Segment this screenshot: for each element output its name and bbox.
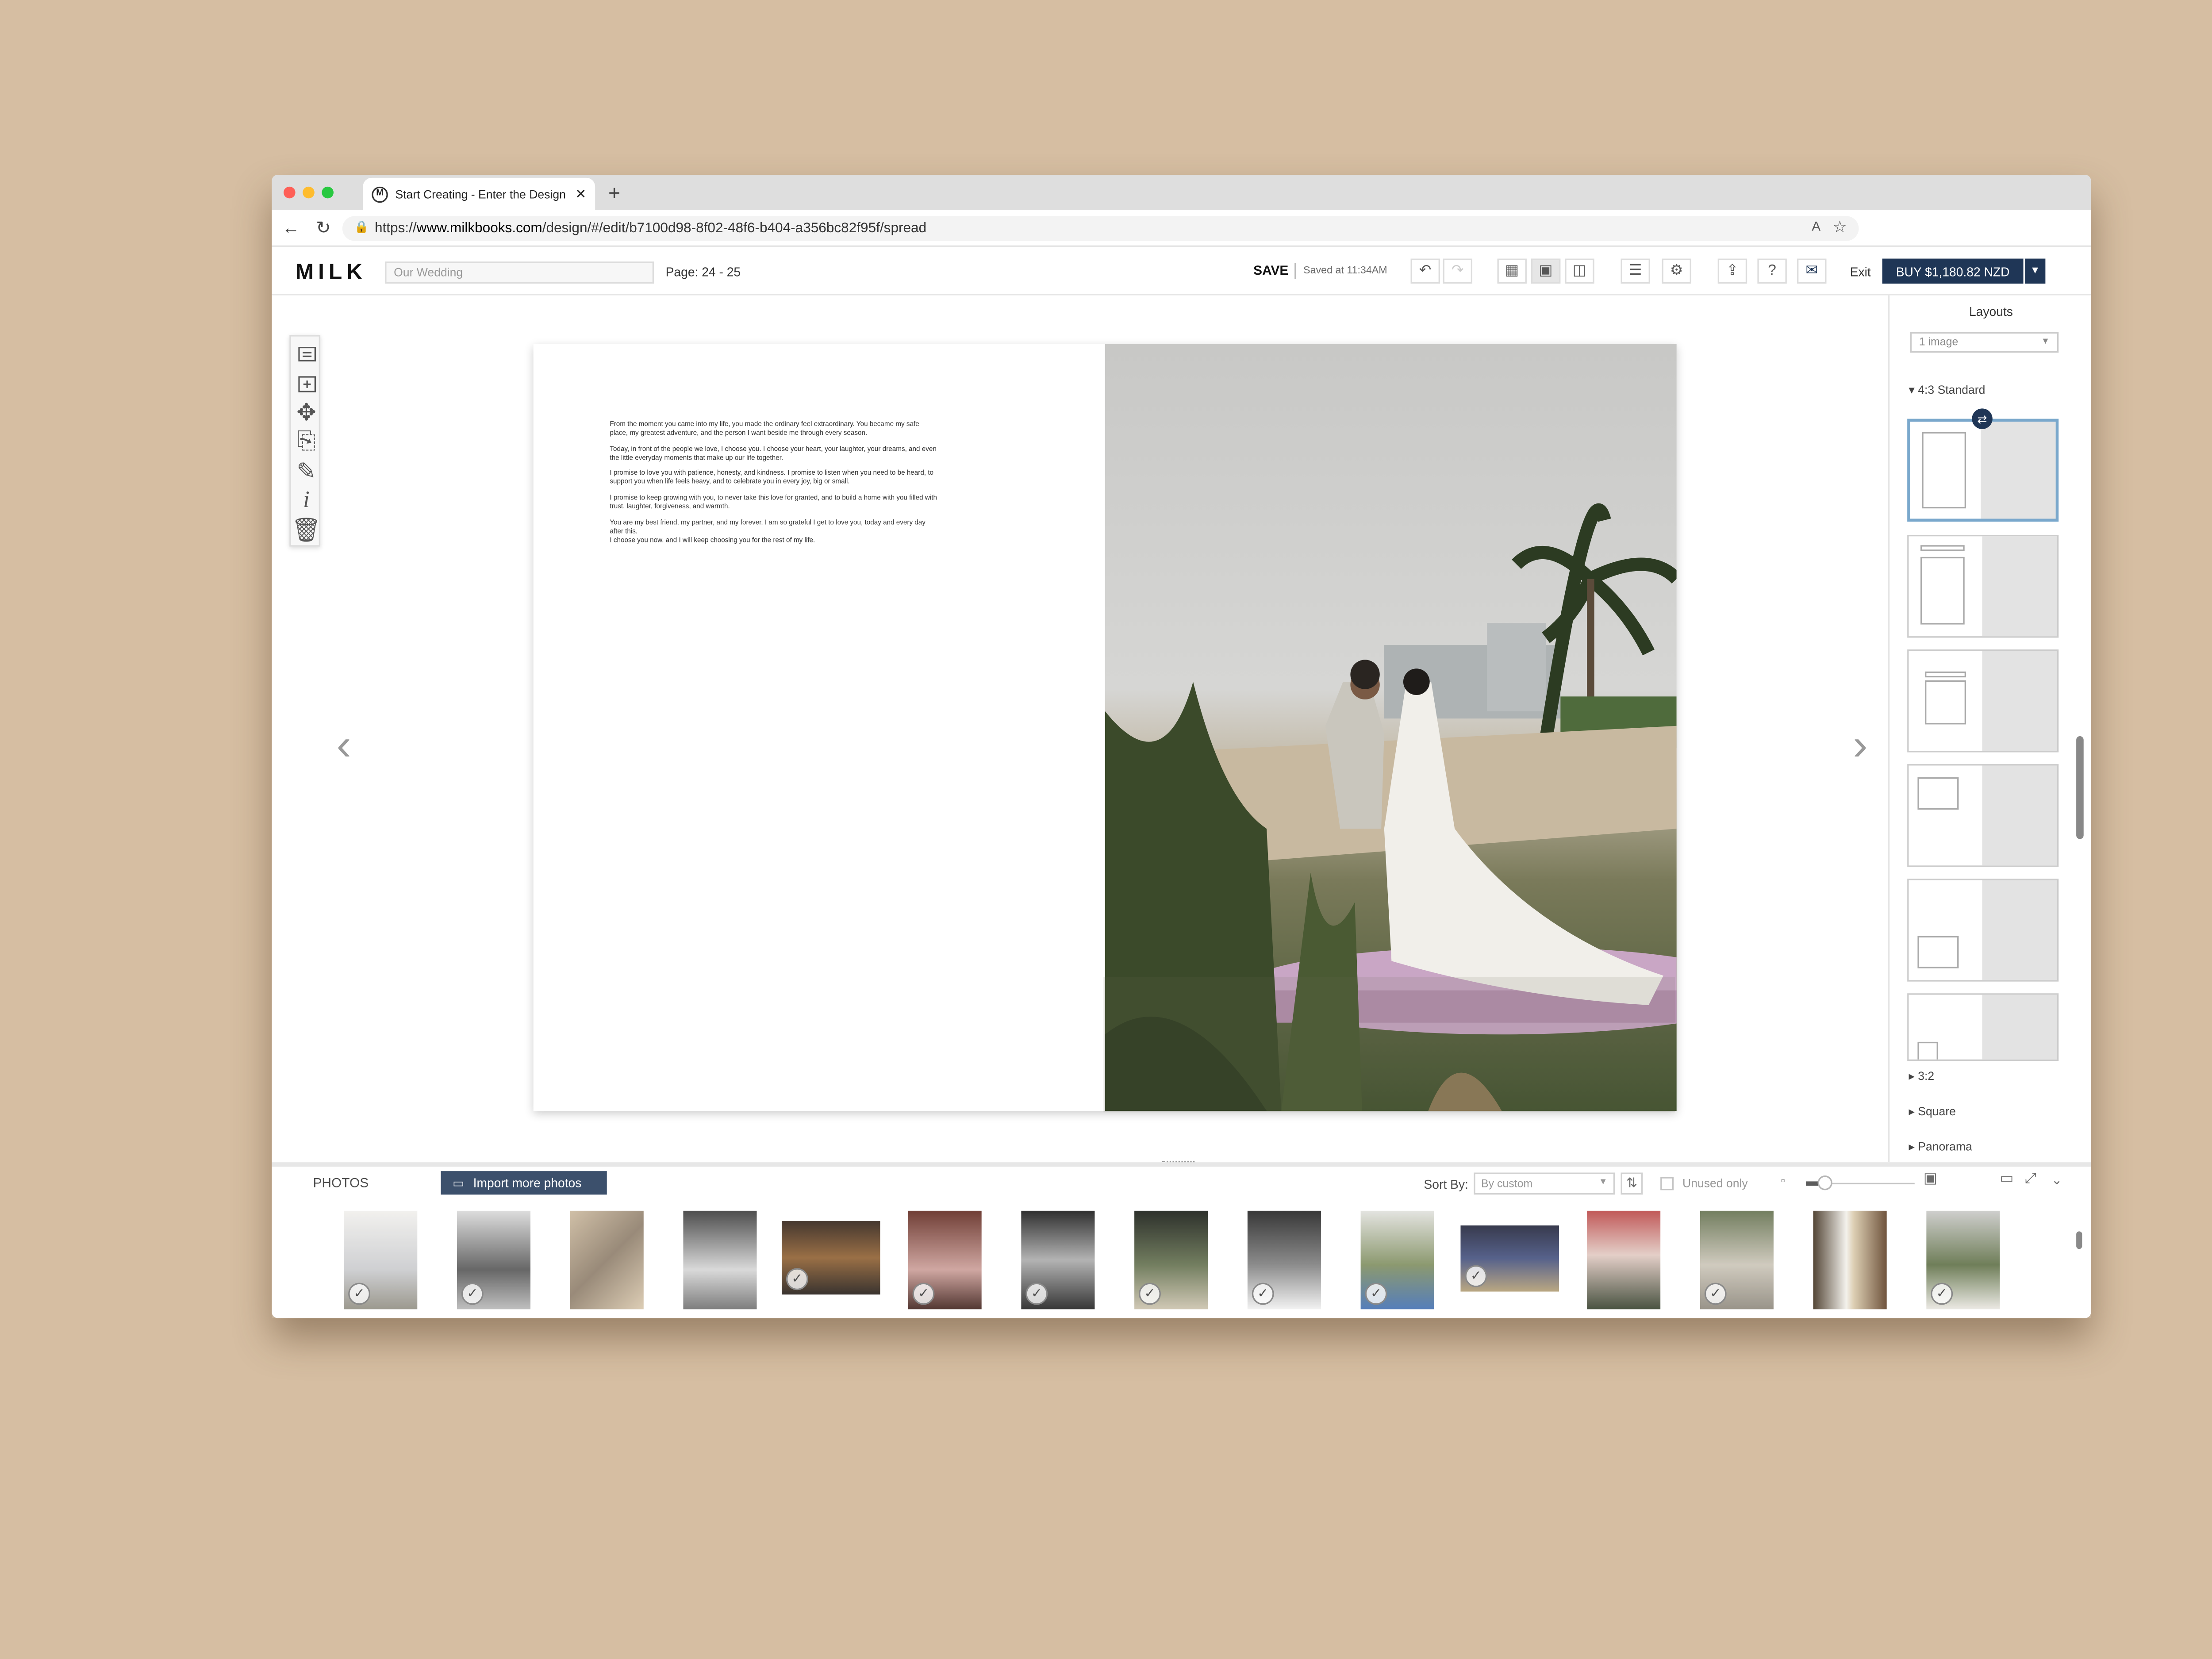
layouts-heading: Layouts (1969, 304, 2013, 319)
new-tab-button[interactable]: + (608, 181, 620, 204)
maximize-window-button[interactable] (322, 186, 334, 199)
url-prefix: https:// (374, 220, 417, 237)
section-4-3-standard[interactable]: ▾ 4:3 Standard (1909, 384, 1985, 397)
url-field[interactable]: 🔒 https://www.milkbooks.com/design/#/edi… (342, 216, 1859, 241)
reload-icon[interactable]: ↻ (316, 218, 330, 238)
close-tab-icon[interactable]: ✕ (575, 186, 586, 202)
layout-photo-slot (1922, 432, 1966, 509)
layout-filter-value: 1 image (1919, 335, 1959, 349)
layout-option[interactable] (1907, 649, 2059, 753)
layout-option[interactable] (1907, 534, 2059, 638)
undo-button[interactable]: ↶ (1410, 258, 1440, 284)
vow-paragraph: I promise to love you with patience, hon… (610, 469, 934, 486)
settings-gear-icon[interactable]: ⚙ (1662, 258, 1691, 284)
next-spread-arrow-icon[interactable]: › (1853, 722, 1867, 772)
favorite-star-icon[interactable]: ☆ (1832, 218, 1847, 237)
help-chat-icon[interactable]: ? (1757, 258, 1787, 284)
share-icon[interactable]: ⇪ (1717, 258, 1747, 284)
layout-blank-page (1982, 651, 2057, 751)
chevron-down-icon: ▼ (2041, 338, 2050, 347)
layout-filter-select[interactable]: 1 image ▼ (1910, 332, 2059, 353)
layout-photo-slot (1917, 936, 1959, 968)
back-icon[interactable]: ← (282, 218, 300, 238)
layout-option[interactable] (1907, 764, 2059, 867)
editor-toolbar: MILK Our Wedding Page: 24 - 25 SAVE Save… (272, 246, 2091, 296)
crop-move-icon[interactable]: ✥ (291, 398, 322, 427)
layout-option[interactable] (1907, 419, 2059, 522)
layout-blank-page (1982, 765, 2057, 866)
tab-title: Start Creating - Enter the Design (395, 187, 566, 201)
redo-button[interactable]: ↷ (1443, 258, 1473, 284)
layout-photo-slot (1920, 557, 1965, 625)
close-window-button[interactable] (284, 186, 296, 199)
save-button[interactable]: SAVE (1253, 263, 1288, 278)
divider (1294, 263, 1296, 280)
buy-button[interactable]: BUY $1,180.82 NZD ▼ (1882, 258, 2046, 284)
tool-palette: ✥ ⎘ ✎ i 🗑 (289, 335, 322, 547)
read-aloud-icon[interactable]: A (1812, 219, 1820, 234)
info-icon[interactable]: i (291, 486, 322, 515)
trash-icon[interactable]: 🗑 (291, 516, 322, 545)
layout-text-slot (1925, 671, 1966, 678)
saved-status: Saved at 11:34AM (1303, 266, 1387, 276)
layout-option[interactable] (1907, 879, 2059, 982)
edit-image-icon[interactable]: ✎ (291, 457, 322, 486)
expanded-triangle-icon: ▾ (1909, 383, 1918, 397)
milk-logo[interactable]: MILK (296, 260, 367, 285)
layout-text-slot (1920, 545, 1965, 551)
url-domain: www.milkbooks.com (416, 220, 542, 237)
comments-icon[interactable]: ✉ (1797, 258, 1827, 284)
exit-button[interactable]: Exit (1850, 265, 1871, 279)
layout-blank-page (1982, 880, 2057, 980)
section-label: 4:3 Standard (1918, 383, 1985, 397)
layouts-scrollbar[interactable] (2076, 736, 2084, 839)
vow-paragraph: From the moment you came into my life, y… (610, 420, 919, 437)
vow-paragraph: I choose you now, and I will keep choosi… (610, 536, 815, 544)
buy-label: BUY $1,180.82 NZD (1896, 264, 2010, 279)
grid-view-icon[interactable]: ▦ (1497, 258, 1527, 284)
layout-photo-slot (1925, 680, 1966, 725)
layout-blank-page (1981, 422, 2056, 519)
page-indicator: Page: 24 - 25 (665, 264, 741, 280)
minimize-window-button[interactable] (303, 186, 315, 199)
milk-favicon-icon: M (372, 186, 388, 202)
page-view-icon[interactable]: ◫ (1565, 258, 1594, 284)
window-reflection (272, 977, 2091, 1318)
album-title-input[interactable]: Our Wedding (385, 261, 654, 284)
layout-blank-page (1982, 536, 2057, 637)
browser-tab-bar: M Start Creating - Enter the Design ✕ + (272, 175, 2091, 210)
add-photo-box-icon[interactable] (291, 369, 322, 398)
layout-photo-slot (1917, 777, 1959, 810)
lock-icon: 🔒 (354, 220, 369, 234)
chevron-down-icon[interactable]: ▼ (2023, 258, 2046, 284)
vow-text-box[interactable]: From the moment you came into my life, y… (610, 420, 939, 545)
previous-spread-arrow-icon[interactable]: ‹ (337, 722, 351, 772)
address-bar: ← ↻ 🔒 https://www.milkbooks.com/design/#… (272, 210, 2091, 247)
copy-icon[interactable]: ⎘ (291, 428, 322, 457)
text-box-icon[interactable] (291, 339, 322, 369)
vow-paragraph: I promise to keep growing with you, to n… (610, 494, 937, 511)
checklist-icon[interactable]: ☰ (1621, 258, 1650, 284)
url-path: /design/#/edit/b7100d98-8f02-48f6-b404-a… (542, 220, 927, 237)
vow-paragraph: You are my best friend, my partner, and … (610, 518, 926, 535)
spread-view-icon[interactable]: ▣ (1531, 258, 1561, 284)
vow-paragraph: Today, in front of the people we love, I… (610, 445, 937, 461)
browser-tab[interactable]: M Start Creating - Enter the Design ✕ (363, 177, 595, 210)
swap-layout-icon[interactable]: ⇄ (1972, 408, 1993, 429)
